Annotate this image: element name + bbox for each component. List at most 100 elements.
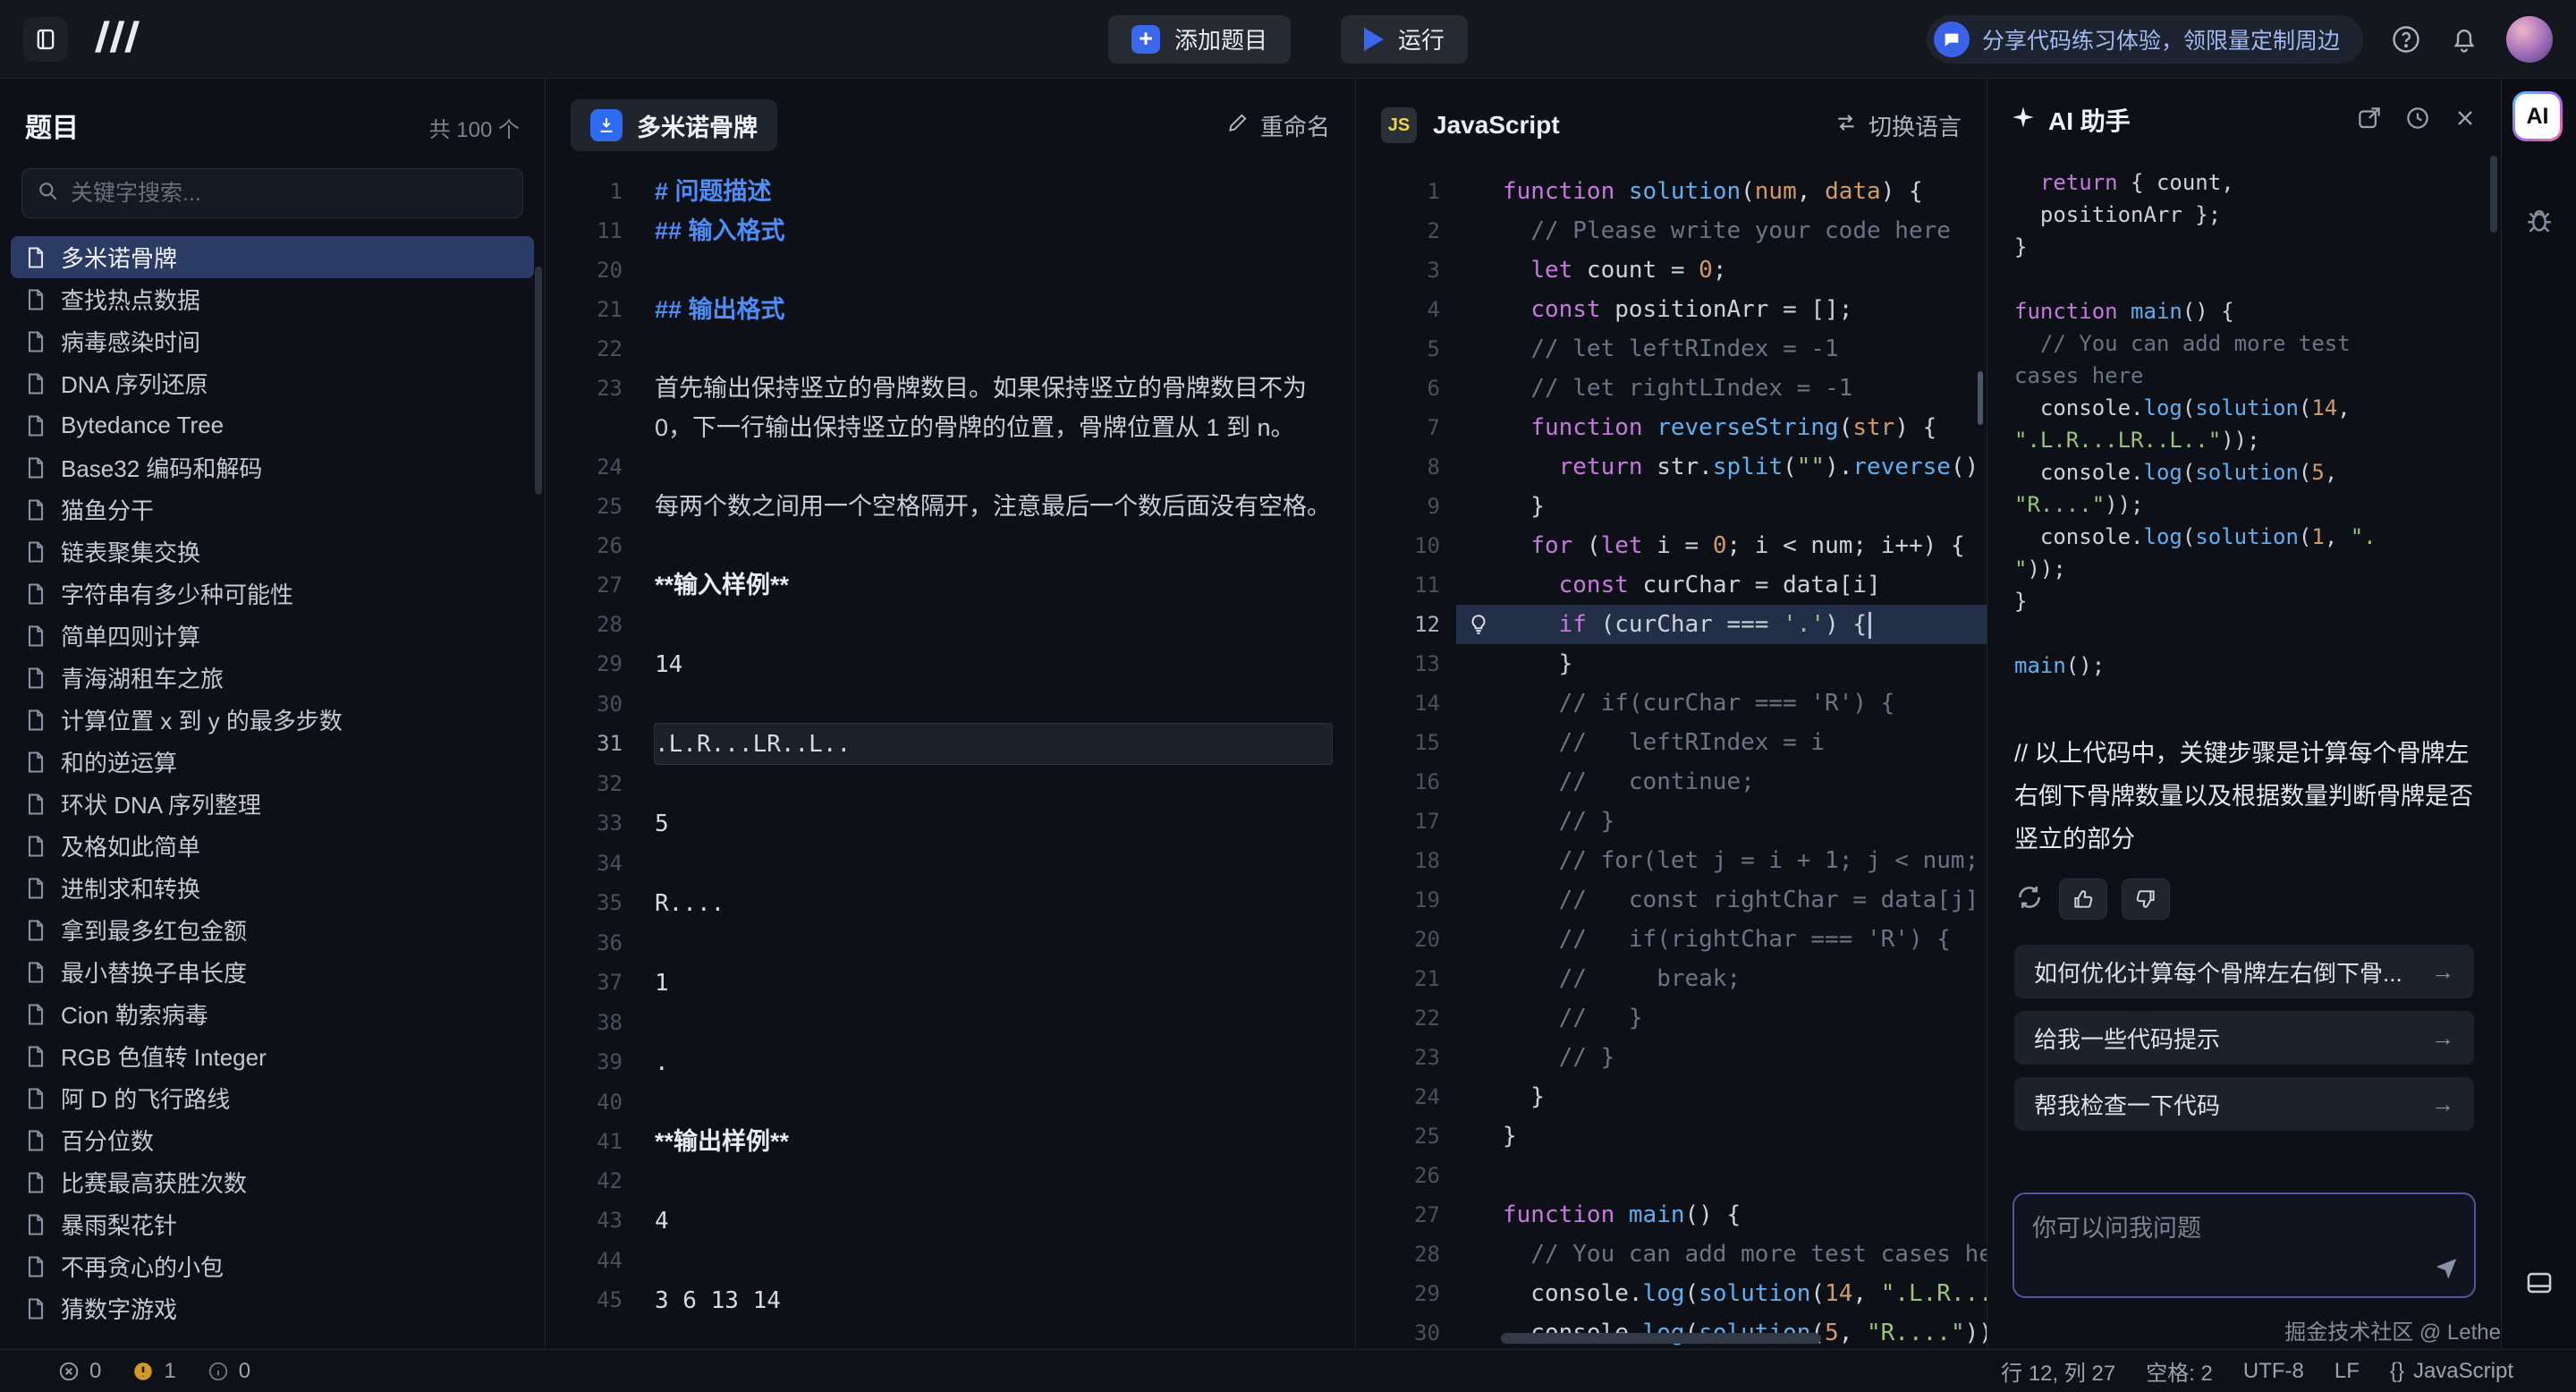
language-mode[interactable]: {} JavaScript (2390, 1359, 2513, 1384)
thumbs-up-button[interactable] (2059, 878, 2107, 920)
problem-tab[interactable]: 多米诺骨牌 (571, 99, 777, 151)
editor-line[interactable]: 29 console.log(solution(14, ".L.R...LR..… (1356, 1274, 1987, 1313)
sidebar-item[interactable]: 百分位数 (11, 1119, 534, 1161)
encoding[interactable]: UTF-8 (2243, 1359, 2304, 1384)
sidebar-scrollbar[interactable] (535, 267, 542, 495)
problems-error[interactable]: 0 (57, 1359, 101, 1384)
editor-line[interactable]: 19 // const rightChar = data[j] (1356, 880, 1987, 920)
send-icon[interactable] (2433, 1254, 2460, 1286)
sidebar-item[interactable]: DNA 序列还原 (11, 362, 534, 404)
editor-line[interactable]: 10 for (let i = 0; i < num; i++) { (1356, 526, 1987, 565)
sidebar-item[interactable]: 进制求和转换 (11, 867, 534, 909)
run-button[interactable]: 运行 (1341, 15, 1468, 64)
editor-line[interactable]: 9 } (1356, 487, 1987, 526)
problems-warning[interactable]: 1 (131, 1359, 175, 1384)
editor-line[interactable]: 11 const curChar = data[i] (1356, 565, 1987, 605)
ai-scrollbar[interactable] (2490, 156, 2497, 233)
eol-setting[interactable]: LF (2334, 1359, 2360, 1384)
avatar[interactable] (2506, 16, 2553, 63)
description-text: . (655, 1049, 669, 1076)
editor-line[interactable]: 23 // } (1356, 1038, 1987, 1077)
sidebar-item[interactable]: 猜数字游戏 (11, 1287, 534, 1329)
sidebar-item[interactable]: 简单四则计算 (11, 615, 534, 657)
editor-line[interactable]: 13 } (1356, 644, 1987, 683)
sidebar-item[interactable]: 字符串有多少种可能性 (11, 573, 534, 615)
app-logo-icon[interactable] (23, 17, 68, 62)
sidebar-item[interactable]: Bytedance Tree (11, 404, 534, 446)
sidebar-item[interactable]: 计算位置 x 到 y 的最多步数 (11, 699, 534, 741)
sidebar-item[interactable]: RGB 色值转 Integer (11, 1035, 534, 1077)
close-icon[interactable] (2453, 106, 2478, 135)
sidebar-item[interactable]: 链表聚集交换 (11, 530, 534, 573)
lightbulb-icon[interactable] (1467, 613, 1490, 636)
sidebar-item[interactable]: 病毒感染时间 (11, 320, 534, 362)
sidebar-item[interactable]: 和的逆运算 (11, 741, 534, 783)
sidebar-item[interactable]: 拿到最多红包金额 (11, 909, 534, 951)
ai-suggestion-button[interactable]: 帮我检查一下代码→ (2014, 1077, 2474, 1131)
editor-line[interactable]: 27function main() { (1356, 1195, 1987, 1235)
editor-line[interactable]: 28 // You can add more test cases here (1356, 1235, 1987, 1274)
editor-line[interactable]: 2 // Please write your code here (1356, 211, 1987, 250)
sidebar-item[interactable]: 比赛最高获胜次数 (11, 1161, 534, 1203)
sidebar-item[interactable]: Cion 勒索病毒 (11, 993, 534, 1035)
switch-language-button[interactable]: 切换语言 (1835, 109, 1962, 142)
sidebar-item[interactable]: 暴雨梨花针 (11, 1203, 534, 1245)
editor-body[interactable]: 1function solution(num, data) {2 // Plea… (1356, 172, 1987, 1349)
editor-line[interactable]: 15 // leftRIndex = i (1356, 723, 1987, 762)
debug-icon[interactable] (2523, 204, 2555, 241)
sidebar-item[interactable]: 最小替换子串长度 (11, 951, 534, 993)
add-problem-button[interactable]: + 添加题目 (1108, 15, 1291, 64)
editor-line[interactable]: 30 console.log(solution(5, "R....")); (1356, 1313, 1987, 1349)
help-icon[interactable] (2390, 23, 2422, 55)
sidebar-item[interactable]: 不再贪心的小包 (11, 1245, 534, 1287)
rename-button[interactable]: 重命名 (1226, 109, 1330, 142)
ai-input[interactable] (2014, 1194, 2474, 1296)
sidebar-item[interactable]: 环状 DNA 序列整理 (11, 783, 534, 825)
editor-line[interactable]: 1function solution(num, data) { (1356, 172, 1987, 211)
editor-line[interactable]: 25} (1356, 1116, 1987, 1156)
sidebar-item[interactable]: 猫鱼分干 (11, 488, 534, 530)
editor-line[interactable]: 20 // if(rightChar === 'R') { (1356, 920, 1987, 959)
editor-line[interactable]: 22 // } (1356, 998, 1987, 1038)
editor-line[interactable]: 5 // let leftRIndex = -1 (1356, 329, 1987, 369)
toggle-panel-icon[interactable] (2524, 1268, 2555, 1303)
editor-line[interactable]: 14 // if(curChar === 'R') { (1356, 683, 1987, 723)
regenerate-icon[interactable] (2014, 882, 2045, 917)
editor-line[interactable]: 7 function reverseString(str) { (1356, 408, 1987, 447)
editor-line[interactable]: 8 return str.split("").reverse() (1356, 447, 1987, 487)
share-banner[interactable]: 分享代码练习体验，领限量定制周边 (1927, 15, 2363, 64)
editor-line[interactable]: 3 let count = 0; (1356, 250, 1987, 290)
search-box[interactable] (21, 168, 523, 218)
description-body[interactable]: 1# 问题描述11## 输入格式2021## 输出格式2223首先输出保持竖立的… (546, 172, 1355, 1320)
editor-horizontal-scrollbar[interactable] (1501, 1333, 1821, 1344)
sidebar-item[interactable]: 阿 D 的飞行路线 (11, 1077, 534, 1119)
editor-line[interactable]: 18 // for(let j = i + 1; j < num; j++) { (1356, 841, 1987, 880)
ai-fab-button[interactable]: AI (2512, 91, 2563, 141)
sidebar-item[interactable]: Base32 编码和解码 (11, 446, 534, 488)
sidebar-item[interactable]: 及格如此简单 (11, 825, 534, 867)
ai-suggestion-button[interactable]: 给我一些代码提示→ (2014, 1011, 2474, 1065)
problems-info[interactable]: 0 (207, 1359, 250, 1384)
suggestion-label: 帮我检查一下代码 (2034, 1088, 2220, 1121)
new-chat-icon[interactable] (2356, 105, 2383, 136)
indent-setting[interactable]: 空格: 2 (2146, 1355, 2213, 1387)
search-input[interactable] (71, 181, 508, 207)
editor-line[interactable]: 16 // continue; (1356, 762, 1987, 802)
bell-icon[interactable] (2449, 24, 2479, 55)
ai-suggestion-button[interactable]: 如何优化计算每个骨牌左右倒下骨...→ (2014, 945, 2474, 998)
editor-line[interactable]: 12 if (curChar === '.') { (1356, 605, 1987, 644)
history-icon[interactable] (2404, 105, 2431, 136)
thumbs-down-button[interactable] (2122, 878, 2170, 920)
brand-logo-icon[interactable] (93, 21, 141, 57)
editor-line[interactable]: 24 } (1356, 1077, 1987, 1116)
editor-line[interactable]: 26 (1356, 1156, 1987, 1195)
cursor-position[interactable]: 行 12, 列 27 (2001, 1355, 2115, 1387)
editor-line[interactable]: 17 // } (1356, 802, 1987, 841)
editor-line[interactable]: 21 // break; (1356, 959, 1987, 998)
sidebar-item[interactable]: 查找热点数据 (11, 278, 534, 320)
sidebar-item[interactable]: 多米诺骨牌 (11, 236, 534, 278)
editor-line[interactable]: 4 const positionArr = []; (1356, 290, 1987, 329)
editor-line[interactable]: 6 // let rightLIndex = -1 (1356, 369, 1987, 408)
sidebar-item[interactable]: 青海湖租车之旅 (11, 657, 534, 699)
ai-input-box[interactable] (2012, 1193, 2476, 1298)
